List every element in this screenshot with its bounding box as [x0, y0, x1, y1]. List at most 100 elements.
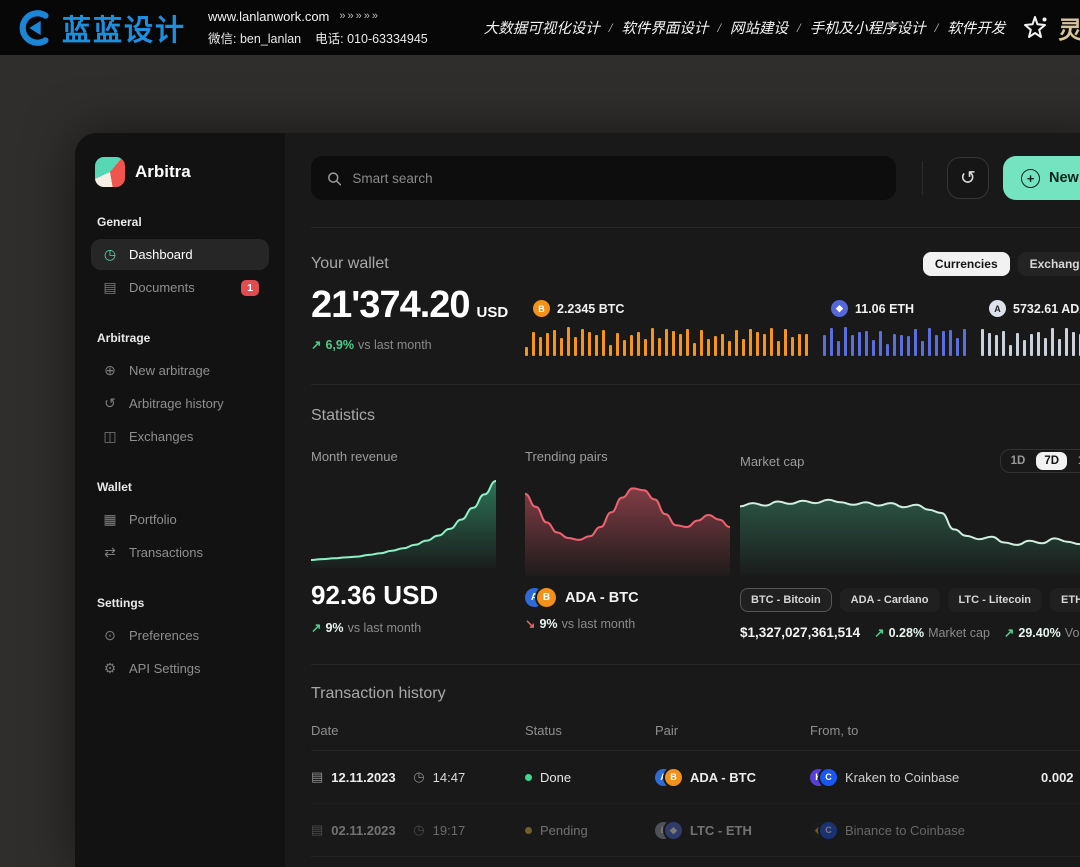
transactions-table-header: Date Status Pair From, to [311, 723, 1080, 738]
sidebar-item-documents[interactable]: ▤ Documents 1 [91, 272, 269, 303]
ada-amount: 5732.61 ADA [1013, 302, 1080, 316]
tx-amount-cell: 0.002 [1041, 770, 1080, 785]
market-cap-label: Market cap [740, 454, 804, 469]
wallet-balance-block: 21'374.20 USD ↗ 6,9% vs last month [311, 284, 525, 356]
trending-pair: A B ADA - BTC [525, 588, 730, 607]
lanlan-logo-text: 蓝蓝设计 [62, 7, 186, 49]
tx-status-cell: Pending [525, 823, 655, 838]
cap-change-label: Market cap [928, 626, 990, 640]
exchange-box-icon: ◫ [101, 428, 119, 445]
banner-contact: www.lanlanwork.com »»»»» 微信: ben_lanlan … [208, 9, 428, 47]
service-link-website[interactable]: 网站建设 [730, 17, 788, 38]
cap-change-pct: 0.28% [889, 626, 924, 640]
pill-ltc-litecoin[interactable]: LTC - Litecoin [948, 588, 1043, 612]
market-cap-card: Market cap 1D 7D 1M BTC - Bitcoin ADA - … [740, 449, 1080, 640]
sidebar-item-label: Portfolio [129, 512, 177, 527]
clock-icon: ◷ [413, 769, 424, 785]
pill-eth-ethereum[interactable]: ETH - Ethereum [1050, 588, 1080, 612]
btc-icon: B [665, 769, 682, 786]
tx-status: Done [540, 770, 571, 785]
sidebar-item-preferences[interactable]: ⊙ Preferences [91, 620, 269, 651]
plus-icon: + [1021, 169, 1040, 188]
tx-date-cell: ▤ 02.11.2023 ◷ 19:17 [311, 822, 525, 838]
range-1d[interactable]: 1D [1003, 452, 1034, 470]
new-arbitrage-label: New arbitrage [1049, 170, 1080, 186]
banner-services-menu: 大数据可视化设计 / 软件界面设计 / 网站建设 / 手机及小程序设计 / 软件… [484, 17, 1006, 38]
inspiration-collect-link[interactable]: 灵感收集 [1021, 10, 1080, 45]
topbar-divider [922, 161, 923, 195]
eth-icon: ◆ [665, 822, 682, 839]
exchanges-toggle[interactable]: Exchanges [1018, 252, 1080, 276]
sidebar-item-transactions[interactable]: ⇄ Transactions [91, 537, 269, 568]
new-arbitrage-button[interactable]: + New arbitrage [1003, 156, 1080, 200]
trending-pairs-label: Trending pairs [525, 449, 730, 464]
banner-wechat: 微信: ben_lanlan [208, 28, 301, 47]
app-brand[interactable]: Arbitra [91, 157, 269, 187]
btc-tick-chart [525, 326, 813, 356]
search-input[interactable] [352, 171, 880, 186]
sidebar-item-portfolio[interactable]: ▦ Portfolio [91, 504, 269, 535]
service-separator: / [797, 20, 801, 36]
table-row[interactable]: ▤ 02.11.2023 ◷ 19:17 Pending Ł ◆ LTC - E… [311, 803, 1080, 856]
app-brand-name: Arbitra [135, 162, 191, 182]
portfolio-icon: ▦ [101, 511, 119, 528]
month-revenue-pct: 9% [325, 621, 343, 635]
sidebar-item-api-settings[interactable]: ⚙ API Settings [91, 653, 269, 684]
market-cap-value: $1,327,027,361,514 [740, 625, 860, 640]
wallet-change-suffix: vs last month [358, 338, 432, 352]
sidebar-item-exchanges[interactable]: ◫ Exchanges [91, 421, 269, 452]
month-revenue-value: 92.36 USD [311, 580, 496, 611]
plus-circle-icon: ⊕ [101, 362, 119, 379]
holding-eth: ◆ 11.06 ETH [823, 300, 971, 356]
range-1m[interactable]: 1M [1070, 452, 1080, 470]
wallet-change-pct: 6,9% [325, 338, 354, 352]
holding-ada: A 5732.61 ADA [981, 300, 1080, 356]
trend-up-icon: ↗ [311, 337, 321, 352]
table-row[interactable]: ▤ 29.10.2023 ◷ 04:23 Done A B ADA - BTC … [311, 856, 1080, 867]
sidebar-section-wallet: Wallet [97, 480, 263, 494]
service-link-bigdata[interactable]: 大数据可视化设计 [484, 17, 600, 38]
wallet-header: Your wallet Currencies Exchanges [311, 252, 1080, 276]
trending-change: ↘ 9% vs last month [525, 616, 730, 631]
wallet-view-toggle: Currencies Exchanges [923, 252, 1080, 276]
eth-amount: 11.06 ETH [855, 302, 914, 316]
wallet-title: Your wallet [311, 255, 389, 273]
statistics-title: Statistics [311, 407, 1080, 425]
section-divider [311, 227, 1080, 228]
wallet-balance: 21'374.20 [311, 284, 470, 327]
service-link-dev[interactable]: 软件开发 [947, 17, 1005, 38]
coinbase-icon: C [820, 769, 837, 786]
tx-amount: 0.002 [1041, 770, 1074, 785]
sidebar-item-dashboard[interactable]: ◷ Dashboard [91, 239, 269, 270]
trending-pct: 9% [539, 617, 557, 631]
service-link-software-ui[interactable]: 软件界面设计 [621, 17, 708, 38]
banner-website-link[interactable]: www.lanlanwork.com [208, 9, 329, 24]
service-link-mobile[interactable]: 手机及小程序设计 [810, 17, 926, 38]
pill-btc-bitcoin[interactable]: BTC - Bitcoin [740, 588, 832, 612]
status-dot-pending [525, 827, 532, 834]
month-revenue-chart [311, 476, 496, 568]
pill-ada-cardano[interactable]: ADA - Cardano [840, 588, 940, 612]
tx-route: Kraken to Coinbase [845, 770, 959, 785]
column-status: Status [525, 723, 655, 738]
smart-search[interactable] [311, 156, 896, 200]
tx-status-cell: Done [525, 770, 655, 785]
sidebar-item-arbitrage-history[interactable]: ↺ Arbitrage history [91, 388, 269, 419]
service-separator: / [717, 20, 721, 36]
sidebar-item-new-arbitrage[interactable]: ⊕ New arbitrage [91, 355, 269, 386]
tx-pair: LTC - ETH [690, 823, 752, 838]
table-row[interactable]: ▤ 12.11.2023 ◷ 14:47 Done A B ADA - BTC … [311, 750, 1080, 803]
lanlan-logo[interactable]: 蓝蓝设计 [16, 7, 186, 49]
btc-icon: B [533, 300, 550, 317]
sidebar-section-arbitrage: Arbitrage [97, 331, 263, 345]
volume-change-pct: 29.40% [1018, 626, 1060, 640]
history-button[interactable]: ↺ [947, 157, 989, 199]
sidebar-item-label: Documents [129, 280, 195, 295]
status-dot-done [525, 774, 532, 781]
range-7d[interactable]: 7D [1036, 452, 1067, 470]
arbitra-logo-icon [95, 157, 125, 187]
currencies-toggle[interactable]: Currencies [923, 252, 1010, 276]
trend-up-icon: ↗ [1004, 625, 1014, 640]
sidebar-item-label: Arbitrage history [129, 396, 224, 411]
market-coin-pills: BTC - Bitcoin ADA - Cardano LTC - Liteco… [740, 588, 1080, 612]
